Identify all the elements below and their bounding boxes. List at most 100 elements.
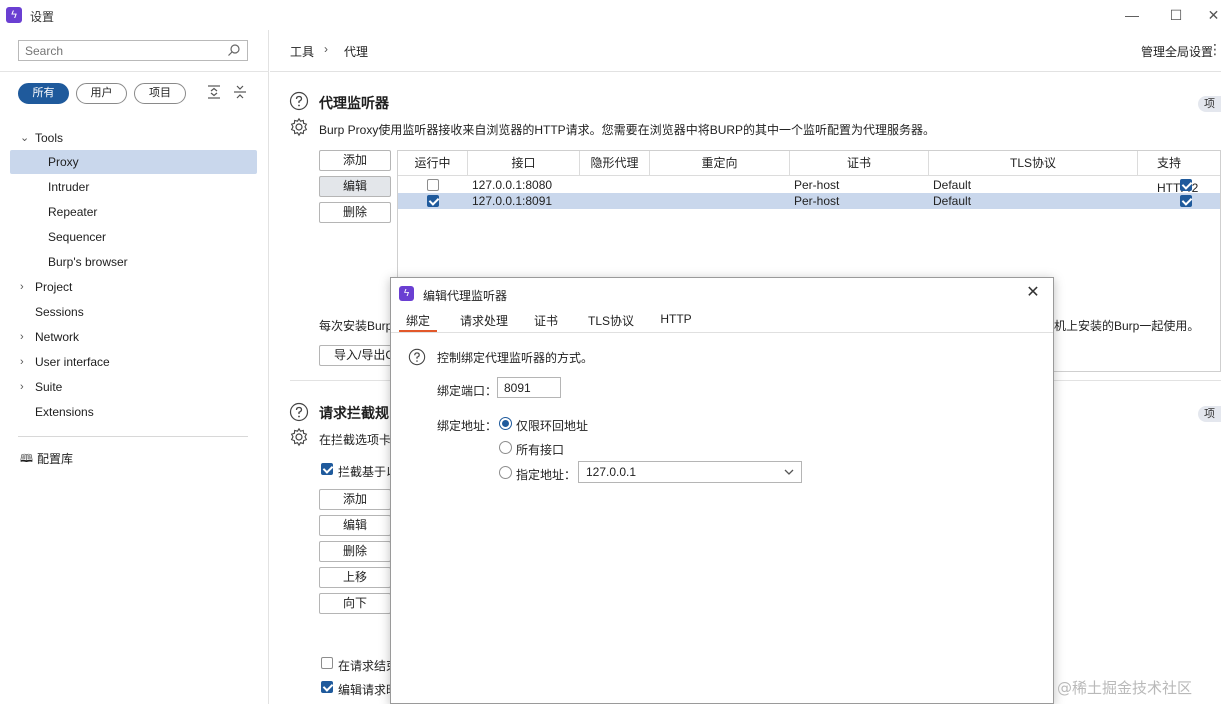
edit-listener-button[interactable]: 编辑: [319, 176, 391, 197]
http2-checkbox[interactable]: [1180, 195, 1192, 207]
filter-project-button[interactable]: 项目: [134, 83, 186, 104]
sidebar-item-proxy[interactable]: Proxy: [10, 150, 257, 174]
expand-all-icon[interactable]: [205, 83, 223, 101]
help-icon[interactable]: [289, 91, 309, 111]
sidebar-item-extensions[interactable]: Extensions: [10, 400, 257, 424]
project-scope-tag: 项目: [1198, 406, 1221, 422]
filter-user-button[interactable]: 用户: [76, 83, 127, 104]
table-cell: 127.0.0.1:8091: [472, 194, 553, 208]
maximize-button[interactable]: ☐: [1164, 4, 1188, 26]
option-label: 在请求结束: [338, 659, 399, 673]
tab-certificate[interactable]: 证书: [530, 312, 562, 332]
table-row[interactable]: 127.0.0.1:8080 Per-host Default: [398, 177, 1220, 193]
move-down-button[interactable]: 向下: [319, 593, 391, 614]
running-checkbox[interactable]: [427, 179, 439, 191]
sidebar-item-repeater[interactable]: Repeater: [10, 200, 257, 224]
proxy-listeners-title: 代理监听器: [319, 95, 389, 111]
table-cell: Per-host: [794, 178, 840, 192]
help-icon[interactable]: [289, 402, 309, 422]
column-header[interactable]: 隐形代理: [580, 151, 650, 176]
burp-logo-icon: ϟ: [6, 7, 22, 23]
search-input[interactable]: [19, 41, 219, 60]
gear-icon[interactable]: [289, 117, 309, 137]
column-header[interactable]: 接口: [468, 151, 580, 176]
intercept-enable-label: 拦截基于以: [338, 465, 399, 479]
sidebar-item-tools[interactable]: ⌄ Tools: [10, 126, 257, 150]
add-rule-button[interactable]: 添加: [319, 489, 391, 510]
manage-global-settings-link[interactable]: 管理全局设置: [1141, 43, 1213, 60]
running-checkbox[interactable]: [427, 195, 439, 207]
sidebar-item-user-interface[interactable]: › User interface: [10, 350, 257, 374]
sidebar-item-sequencer[interactable]: Sequencer: [10, 225, 257, 249]
search-box[interactable]: [18, 40, 248, 61]
remove-rule-button[interactable]: 删除: [319, 541, 391, 562]
specific-address-radio[interactable]: [499, 466, 512, 479]
table-cell: 127.0.0.1:8080: [472, 178, 553, 192]
option-label: 编辑请求时: [338, 683, 399, 697]
sidebar-item-suite[interactable]: › Suite: [10, 375, 257, 399]
sidebar-item-label: Proxy: [48, 155, 79, 169]
port-label: 绑定端口：: [437, 384, 498, 398]
collapse-all-icon[interactable]: [231, 83, 249, 101]
tab-binding[interactable]: 绑定: [399, 312, 437, 332]
all-interfaces-radio[interactable]: [499, 441, 512, 454]
dialog-close-button[interactable]: ✕: [1023, 283, 1043, 303]
column-header[interactable]: 重定向: [650, 151, 790, 176]
tab-tls-protocol[interactable]: TLS协议: [584, 312, 638, 332]
sidebar-item-label: Repeater: [48, 205, 98, 219]
sidebar-item-sessions[interactable]: Sessions: [10, 300, 257, 324]
import-export-ca-button[interactable]: 导入/导出C: [319, 345, 399, 366]
port-field-box[interactable]: [497, 377, 561, 398]
column-header[interactable]: 证书: [790, 151, 929, 176]
option-checkbox[interactable]: [321, 681, 333, 693]
sidebar-item-label: Network: [35, 330, 80, 344]
sidebar-item-intruder[interactable]: Intruder: [10, 175, 257, 199]
port-input[interactable]: [498, 378, 558, 397]
add-listener-button[interactable]: 添加: [319, 150, 391, 171]
help-icon[interactable]: [408, 348, 426, 366]
sidebar-item-label: User interface: [35, 355, 110, 369]
burp-logo-icon: ϟ: [399, 286, 414, 301]
minimize-button[interactable]: —: [1120, 4, 1144, 26]
chevron-right-icon: ›: [20, 331, 24, 343]
loopback-only-label: 仅限环回地址: [516, 419, 589, 433]
specific-address-value: 127.0.0.1: [586, 465, 637, 479]
edit-rule-button[interactable]: 编辑: [319, 515, 391, 536]
divider: [270, 71, 1221, 72]
dialog-title: 编辑代理监听器: [423, 289, 508, 303]
breadcrumb-current: 代理: [344, 45, 369, 59]
table-cell: Default: [933, 194, 972, 208]
chevron-right-icon: ›: [20, 281, 24, 293]
close-window-button[interactable]: ✕: [1206, 4, 1221, 26]
move-up-button[interactable]: 上移: [319, 567, 391, 588]
gear-icon[interactable]: [289, 427, 309, 447]
all-interfaces-label: 所有接口: [516, 443, 565, 457]
loopback-only-radio[interactable]: [499, 417, 512, 430]
sidebar-item-library[interactable]: 🕮 配置库: [10, 447, 257, 471]
binding-help-text: 控制绑定代理监听器的方式。: [437, 351, 594, 365]
specific-address-label: 指定地址：: [516, 468, 577, 482]
more-options-icon[interactable]: ⋮: [1208, 41, 1221, 58]
sidebar-item-network[interactable]: › Network: [10, 325, 257, 349]
search-icon: [228, 44, 240, 56]
project-scope-tag: 项目: [1198, 96, 1221, 112]
intercept-enable-checkbox[interactable]: [321, 463, 333, 475]
remove-listener-button[interactable]: 删除: [319, 202, 391, 223]
chevron-right-icon: ›: [20, 381, 24, 393]
tab-http[interactable]: HTTP: [658, 312, 694, 332]
http2-checkbox[interactable]: [1180, 179, 1192, 191]
column-header[interactable]: 支持HTTP/2: [1138, 151, 1220, 195]
breadcrumb-tools[interactable]: 工具: [290, 43, 314, 60]
sidebar-item-project[interactable]: › Project: [10, 275, 257, 299]
column-header[interactable]: 运行中: [398, 151, 468, 176]
filter-all-button[interactable]: 所有: [18, 83, 69, 104]
tab-request-handling[interactable]: 请求处理: [453, 312, 515, 332]
option-checkbox[interactable]: [321, 657, 333, 669]
chevron-right-icon: ›: [20, 356, 24, 368]
column-header[interactable]: TLS协议: [929, 151, 1138, 176]
specific-address-select[interactable]: 127.0.0.1: [578, 461, 802, 483]
table-row[interactable]: 127.0.0.1:8091 Per-host Default: [398, 193, 1220, 209]
sidebar-item-burps-browser[interactable]: Burp's browser: [10, 250, 257, 274]
chevron-down-icon: ⌄: [20, 132, 30, 144]
sidebar-item-label: 配置库: [37, 452, 74, 466]
